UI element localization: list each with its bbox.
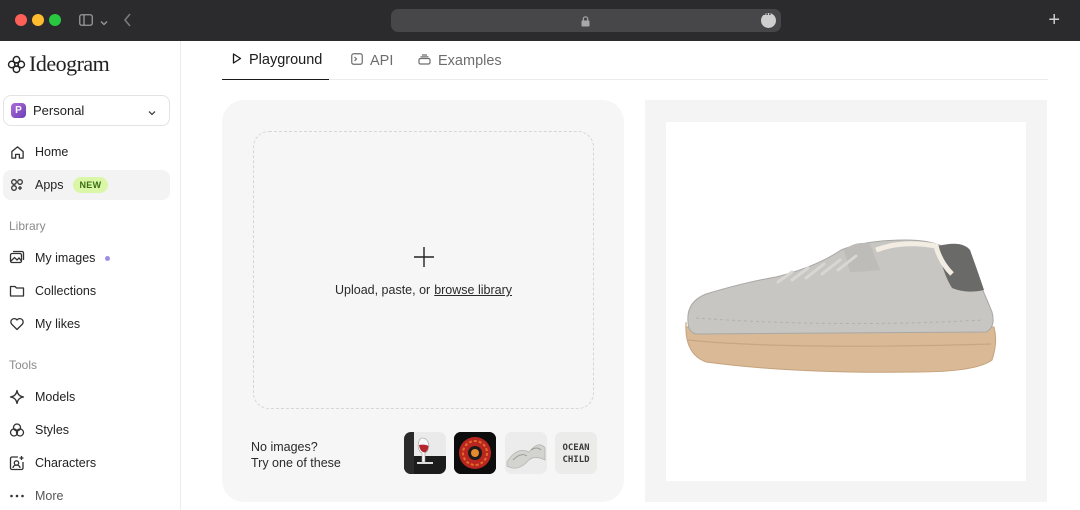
tab-label: Examples <box>438 52 502 69</box>
home-icon <box>9 144 25 160</box>
browse-library-link[interactable]: browse library <box>434 283 512 297</box>
upload-dropzone[interactable]: Upload, paste, or browse library <box>253 131 594 409</box>
sidebar-item-label: Styles <box>35 423 70 437</box>
sample-prompt-line1: No images? <box>251 440 318 454</box>
svg-text:OCEAN: OCEAN <box>562 443 589 453</box>
more-icon <box>9 488 25 504</box>
address-bar[interactable] <box>391 9 781 32</box>
workspace-name: Personal <box>33 103 85 118</box>
sidebar-item-my-images[interactable]: My images <box>3 243 170 273</box>
upload-text: Upload, paste, or <box>334 283 431 297</box>
apps-icon <box>9 177 25 193</box>
tab-label: Playground <box>249 52 323 68</box>
sidebar-item-label: Collections <box>35 284 97 298</box>
minimize-window-button[interactable] <box>32 14 44 26</box>
tab-api[interactable]: API <box>351 41 393 80</box>
sidebar: Ideogram P Personal Home Apps NEW Librar… <box>0 41 181 510</box>
maximize-window-button[interactable] <box>49 14 61 26</box>
preview-panel <box>645 100 1047 502</box>
plus-icon <box>413 246 435 268</box>
tab-playground[interactable]: Playground <box>222 41 329 80</box>
browser-toolbar: + <box>0 0 1080 41</box>
sample-thumbnail-ocean-child[interactable]: OCEAN CHILD <box>555 432 597 474</box>
tab-label: API <box>370 52 394 69</box>
close-window-button[interactable] <box>15 14 27 26</box>
heart-icon <box>9 316 25 332</box>
terminal-icon <box>351 52 363 69</box>
new-tab-icon[interactable]: + <box>1048 10 1060 30</box>
sidebar-item-label: More <box>35 489 64 503</box>
images-icon <box>9 250 25 266</box>
tab-examples[interactable]: Examples <box>418 41 502 80</box>
sample-prompt-line2: Try one of these <box>251 456 341 470</box>
ideogram-logo-icon <box>7 55 26 73</box>
sample-prompt: No images? Try one of these <box>251 439 341 471</box>
play-icon <box>232 52 242 68</box>
new-badge: NEW <box>72 177 109 193</box>
sidebar-item-collections[interactable]: Collections <box>3 276 170 306</box>
page-menu-icon[interactable] <box>761 9 776 28</box>
sidebar-item-more[interactable]: More <box>3 481 170 510</box>
sidebar-item-my-likes[interactable]: My likes <box>3 309 170 339</box>
workspace-selector[interactable]: P Personal <box>3 95 170 126</box>
sidebar-item-label: Apps <box>35 178 64 192</box>
stack-icon <box>418 53 431 69</box>
section-label-library: Library <box>9 219 46 233</box>
sample-thumbnail-red-emblem[interactable] <box>454 432 496 474</box>
logo[interactable]: Ideogram <box>7 51 110 77</box>
sidebar-item-label: My images <box>35 251 96 265</box>
sneaker-image <box>685 239 997 373</box>
preview-image-frame <box>666 122 1026 481</box>
logo-text: Ideogram <box>29 51 110 76</box>
character-icon <box>9 455 25 471</box>
sparkle-icon <box>9 389 25 405</box>
sidebar-item-label: Home <box>35 145 69 159</box>
upload-instructions: Upload, paste, or browse library <box>254 283 593 297</box>
chevron-down-icon <box>147 105 157 123</box>
upload-panel: Upload, paste, or browse library No image… <box>222 100 624 502</box>
workspace-avatar: P <box>11 103 26 118</box>
sidebar-item-home[interactable]: Home <box>3 137 170 167</box>
sidebar-toggle-icon[interactable] <box>79 14 93 28</box>
sidebar-item-characters[interactable]: Characters <box>3 448 170 478</box>
chevron-down-icon[interactable] <box>100 15 108 29</box>
sidebar-item-label: My likes <box>35 317 81 331</box>
sidebar-item-label: Characters <box>35 456 97 470</box>
sample-thumbnail-wine-glass[interactable] <box>404 432 446 474</box>
sidebar-item-styles[interactable]: Styles <box>3 415 170 445</box>
tab-bar: Playground API Examples <box>222 41 1048 80</box>
styles-icon <box>9 422 25 438</box>
lock-icon <box>581 14 590 27</box>
svg-text:CHILD: CHILD <box>562 455 590 465</box>
back-icon[interactable] <box>123 13 132 29</box>
sidebar-item-label: Models <box>35 390 76 404</box>
sample-thumbnail-white-sculpture[interactable] <box>505 432 547 474</box>
section-label-tools: Tools <box>9 358 38 372</box>
folder-icon <box>9 283 25 299</box>
unread-indicator <box>105 255 111 261</box>
sidebar-item-apps[interactable]: Apps NEW <box>3 170 170 200</box>
sidebar-item-models[interactable]: Models <box>3 382 170 412</box>
